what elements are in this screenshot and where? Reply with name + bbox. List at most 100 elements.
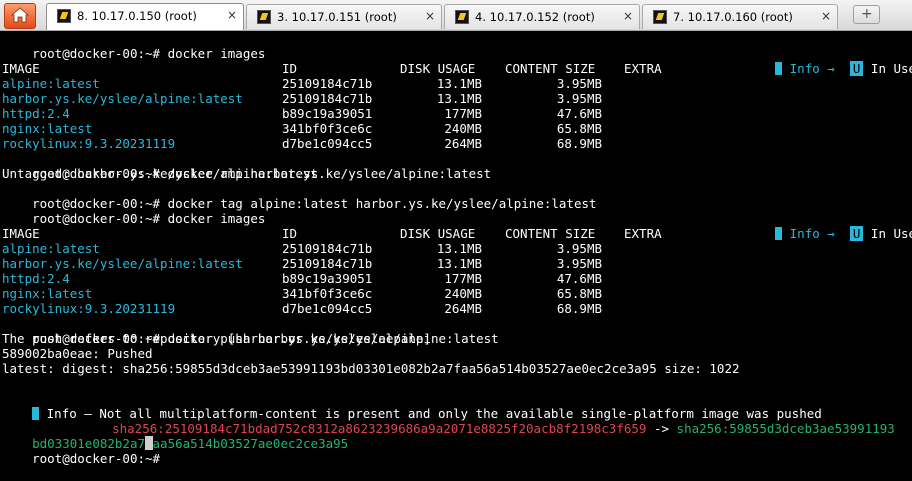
image-disk: 264MB	[444, 301, 482, 316]
image-id: d7be1c094cc5	[282, 301, 373, 316]
table-row: alpine:latest 25109184c71b 13.1MB 3.95MB	[2, 76, 702, 91]
sha-target: sha256:59855d3dceb3ae53991193	[676, 421, 895, 436]
image-content: 65.8MB	[556, 286, 602, 301]
image-disk: 13.1MB	[436, 76, 482, 91]
tab-label: 8. 10.17.0.150 (root)	[77, 9, 197, 23]
terminal-icon	[455, 10, 469, 24]
image-name: harbor.ys.ke/yslee/alpine:latest	[2, 256, 243, 271]
prompt: root@docker-00:~#	[32, 46, 161, 61]
tab-session-7[interactable]: 7. 10.17.0.160 (root) ×	[642, 4, 838, 29]
image-content: 3.95MB	[556, 241, 602, 256]
image-id: b89c19a39051	[282, 271, 373, 286]
tab-bar: 8. 10.17.0.150 (root) × 3. 10.17.0.151 (…	[0, 0, 912, 31]
legend-info: Info →	[789, 61, 835, 76]
table-row: httpd:2.4 b89c19a39051 177MB 47.6MB	[2, 106, 702, 121]
tab-session-8[interactable]: 8. 10.17.0.150 (root) ×	[46, 3, 244, 30]
header-disk: DISK USAGE	[400, 226, 476, 241]
image-name: httpd:2.4	[2, 106, 70, 121]
images-header: IMAGE ID DISK USAGE CONTENT SIZE EXTRA	[2, 226, 702, 241]
header-image: IMAGE	[2, 226, 40, 241]
close-icon[interactable]: ×	[623, 9, 633, 23]
in-use-badge: U	[849, 61, 864, 76]
close-icon[interactable]: ×	[227, 8, 237, 22]
images-header: IMAGE ID DISK USAGE CONTENT SIZE EXTRA	[2, 61, 702, 76]
command-line: root@docker-00:~# docker images	[2, 31, 265, 61]
image-id: 25109184c71b	[282, 256, 373, 271]
image-content: 47.6MB	[556, 271, 602, 286]
table-row: rockylinux:9.3.20231119 d7be1c094cc5 264…	[2, 301, 702, 316]
info-icon	[775, 227, 783, 240]
prompt: root@docker-00:~#	[32, 211, 161, 226]
tab-label: 4. 10.17.0.152 (root)	[475, 10, 595, 24]
terminal-icon	[653, 10, 667, 24]
image-name: alpine:latest	[2, 241, 100, 256]
command: docker images	[167, 211, 266, 226]
image-id: 25109184c71b	[282, 91, 373, 106]
image-name: nginx:latest	[2, 286, 93, 301]
header-id: ID	[282, 61, 298, 76]
legend: Info → U In Use	[745, 211, 912, 241]
close-icon[interactable]: ×	[821, 9, 831, 23]
new-tab-button[interactable]: +	[853, 5, 880, 24]
command-line: root@docker-00:~# docker rmi harbor.ys.k…	[2, 151, 491, 181]
header-content: CONTENT SIZE	[505, 61, 596, 76]
tab-label: 7. 10.17.0.160 (root)	[673, 10, 793, 24]
command-line: root@docker-00:~# docker images	[2, 196, 265, 226]
legend-in-use: In Use	[870, 226, 912, 241]
home-button[interactable]	[4, 3, 36, 29]
command-line: root@docker-00:~#	[2, 436, 160, 466]
image-disk: 240MB	[444, 286, 482, 301]
table-row: alpine:latest 25109184c71b 13.1MB 3.95MB	[2, 241, 702, 256]
info-line: Info – Not all multiplatform-content is …	[2, 391, 822, 421]
image-id: d7be1c094cc5	[282, 136, 373, 151]
image-disk: 240MB	[444, 121, 482, 136]
table-row: harbor.ys.ke/yslee/alpine:latest 2510918…	[2, 256, 702, 271]
image-id: 341bf0f3ce6c	[282, 286, 373, 301]
table-row: nginx:latest 341bf0f3ce6c 240MB 65.8MB	[2, 286, 702, 301]
legend: Info → U In Use	[745, 46, 912, 76]
image-content: 3.95MB	[556, 256, 602, 271]
image-name: harbor.ys.ke/yslee/alpine:latest	[2, 91, 243, 106]
home-icon	[11, 7, 29, 23]
output-line: 589002ba0eae: Pushed	[2, 346, 153, 361]
sha-line-continued: bd03301e082b2a7faa56a514b03527ae0ec2ce3a…	[2, 421, 348, 451]
table-row: rockylinux:9.3.20231119 d7be1c094cc5 264…	[2, 136, 702, 151]
image-content: 68.9MB	[556, 136, 602, 151]
image-name: httpd:2.4	[2, 271, 70, 286]
image-name: rockylinux:9.3.20231119	[2, 301, 176, 316]
image-disk: 13.1MB	[436, 241, 482, 256]
image-name: nginx:latest	[2, 121, 93, 136]
command-line: root@docker-00:~# docker push harbor.ys.…	[2, 316, 499, 346]
terminal-output[interactable]: root@docker-00:~# docker images Info → U…	[0, 31, 912, 466]
table-row: nginx:latest 341bf0f3ce6c 240MB 65.8MB	[2, 121, 702, 136]
image-id: 341bf0f3ce6c	[282, 121, 373, 136]
image-disk: 13.1MB	[436, 256, 482, 271]
image-disk: 177MB	[444, 271, 482, 286]
table-row: harbor.ys.ke/yslee/alpine:latest 2510918…	[2, 91, 702, 106]
header-content: CONTENT SIZE	[505, 226, 596, 241]
tab-label: 3. 10.17.0.151 (root)	[277, 10, 397, 24]
terminal-icon	[57, 9, 71, 23]
prompt: root@docker-00:~#	[32, 451, 161, 466]
image-name: rockylinux:9.3.20231119	[2, 136, 176, 151]
image-content: 3.95MB	[556, 91, 602, 106]
command: docker images	[167, 46, 266, 61]
text-cursor	[145, 436, 153, 450]
image-disk: 13.1MB	[436, 91, 482, 106]
image-content: 65.8MB	[556, 121, 602, 136]
header-extra: EXTRA	[624, 226, 662, 241]
image-id: 25109184c71b	[282, 241, 373, 256]
tab-session-4[interactable]: 4. 10.17.0.152 (root) ×	[444, 4, 640, 29]
legend-in-use: In Use	[870, 61, 912, 76]
plus-icon: +	[861, 6, 873, 22]
output-line: The push refers to repository [harbor.ys…	[2, 331, 431, 346]
output-line: Untagged: harbor.ys.ke/yslee/alpine:late…	[2, 166, 319, 181]
command-line: root@docker-00:~# docker tag alpine:late…	[2, 181, 596, 211]
tab-session-3[interactable]: 3. 10.17.0.151 (root) ×	[246, 4, 442, 29]
legend-info: Info →	[789, 226, 835, 241]
image-id: b89c19a39051	[282, 106, 373, 121]
info-icon	[775, 62, 783, 75]
image-content: 68.9MB	[556, 301, 602, 316]
close-icon[interactable]: ×	[425, 9, 435, 23]
image-id: 25109184c71b	[282, 76, 373, 91]
